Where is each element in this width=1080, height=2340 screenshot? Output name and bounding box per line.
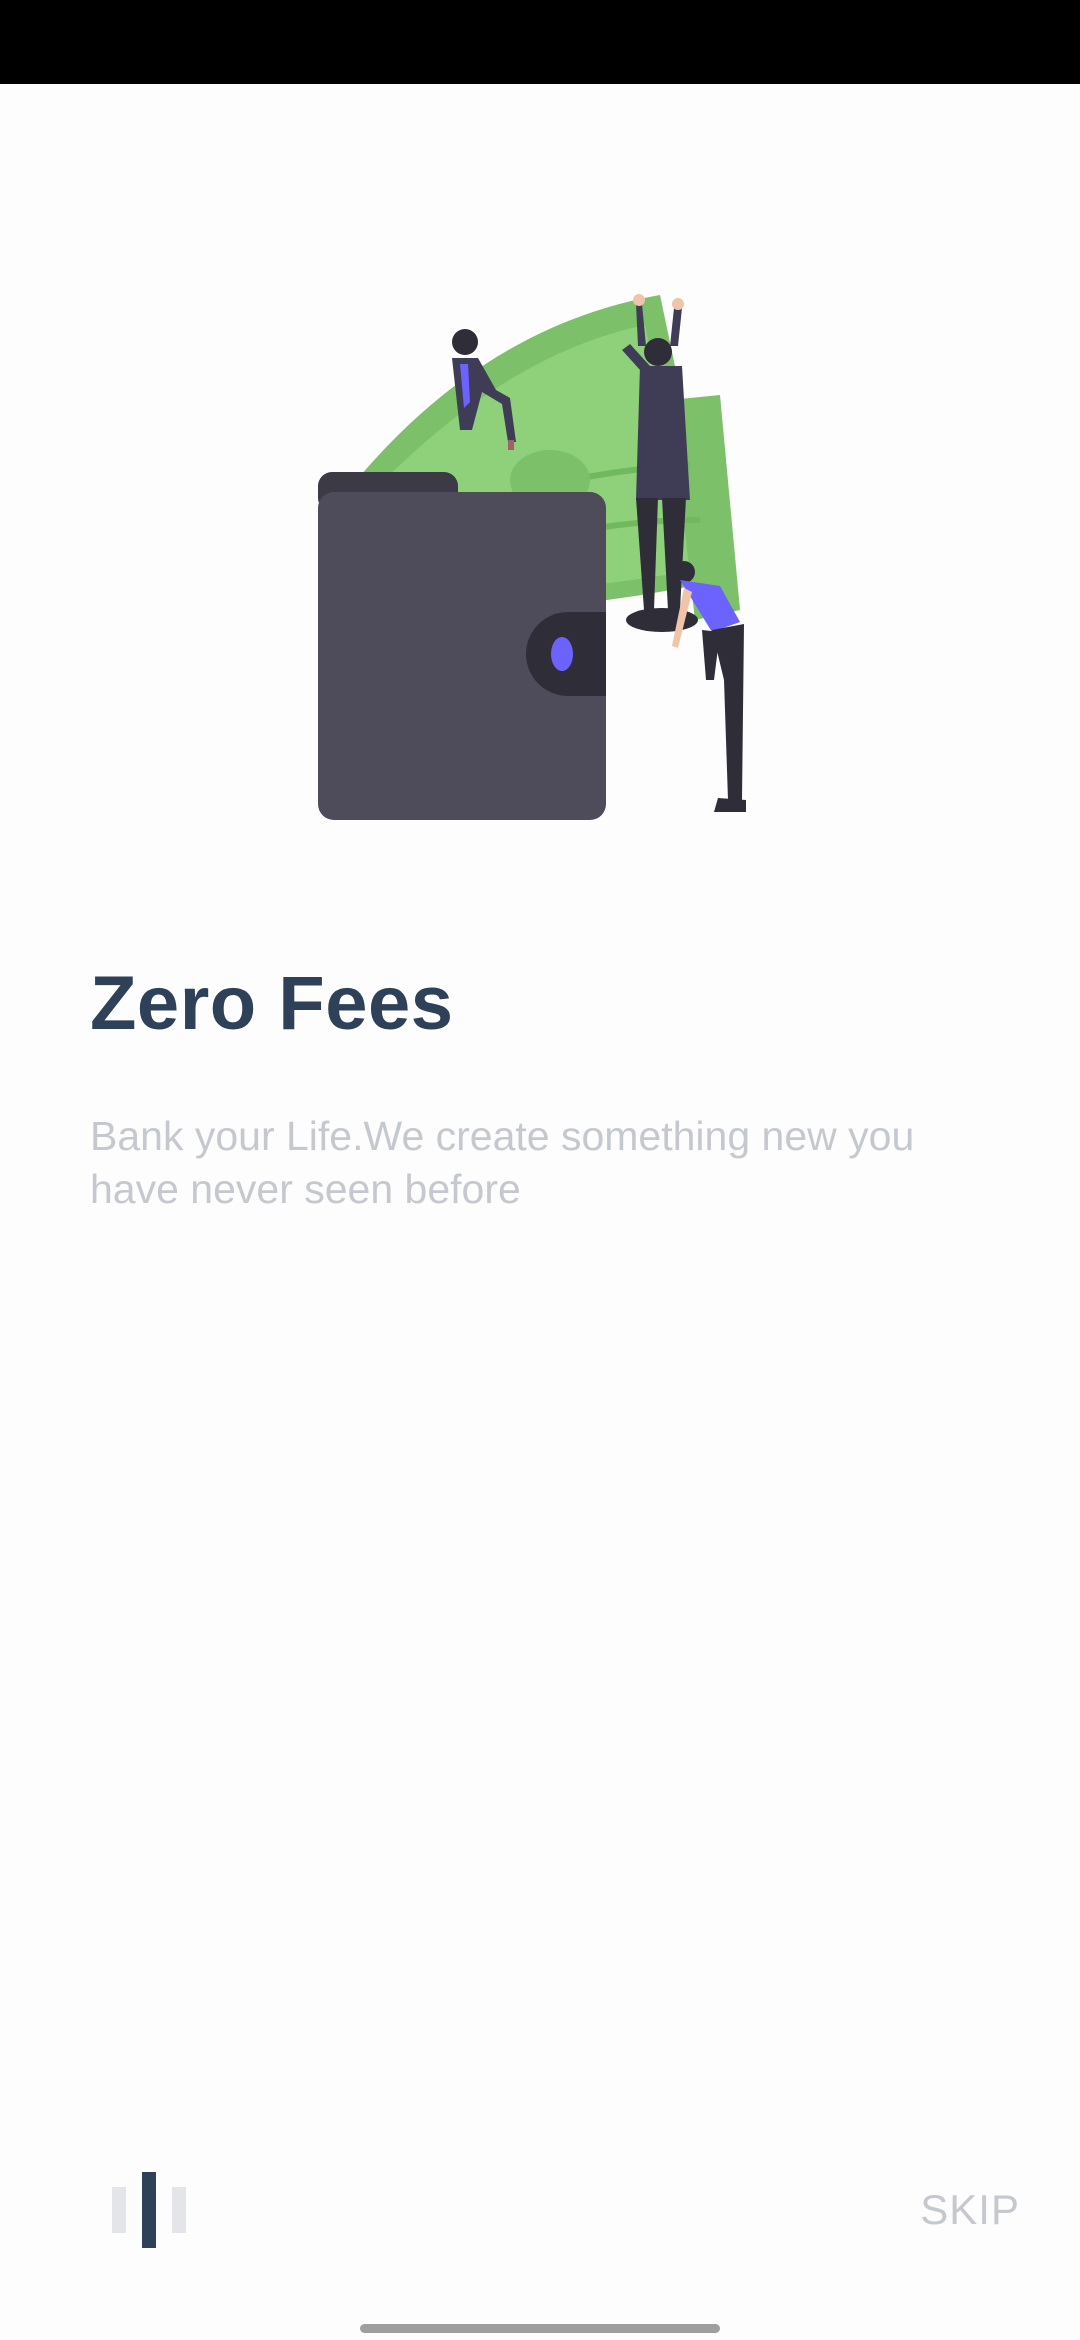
wallet-money-illustration: [318, 294, 746, 820]
home-indicator[interactable]: [360, 2324, 720, 2333]
page-indicator-dot-3[interactable]: [172, 2187, 186, 2233]
page-indicator-dot-1[interactable]: [112, 2187, 126, 2233]
status-bar: [0, 0, 1080, 84]
page-title: Zero Fees: [90, 961, 454, 1046]
page-indicator: [112, 2172, 186, 2248]
onboarding-screen: Zero Fees Bank your Life.We create somet…: [0, 0, 1080, 2340]
page-indicator-dot-2-active[interactable]: [142, 2172, 156, 2248]
skip-button[interactable]: SKIP: [920, 2186, 1020, 2234]
page-description: Bank your Life.We create something new y…: [90, 1113, 915, 1212]
